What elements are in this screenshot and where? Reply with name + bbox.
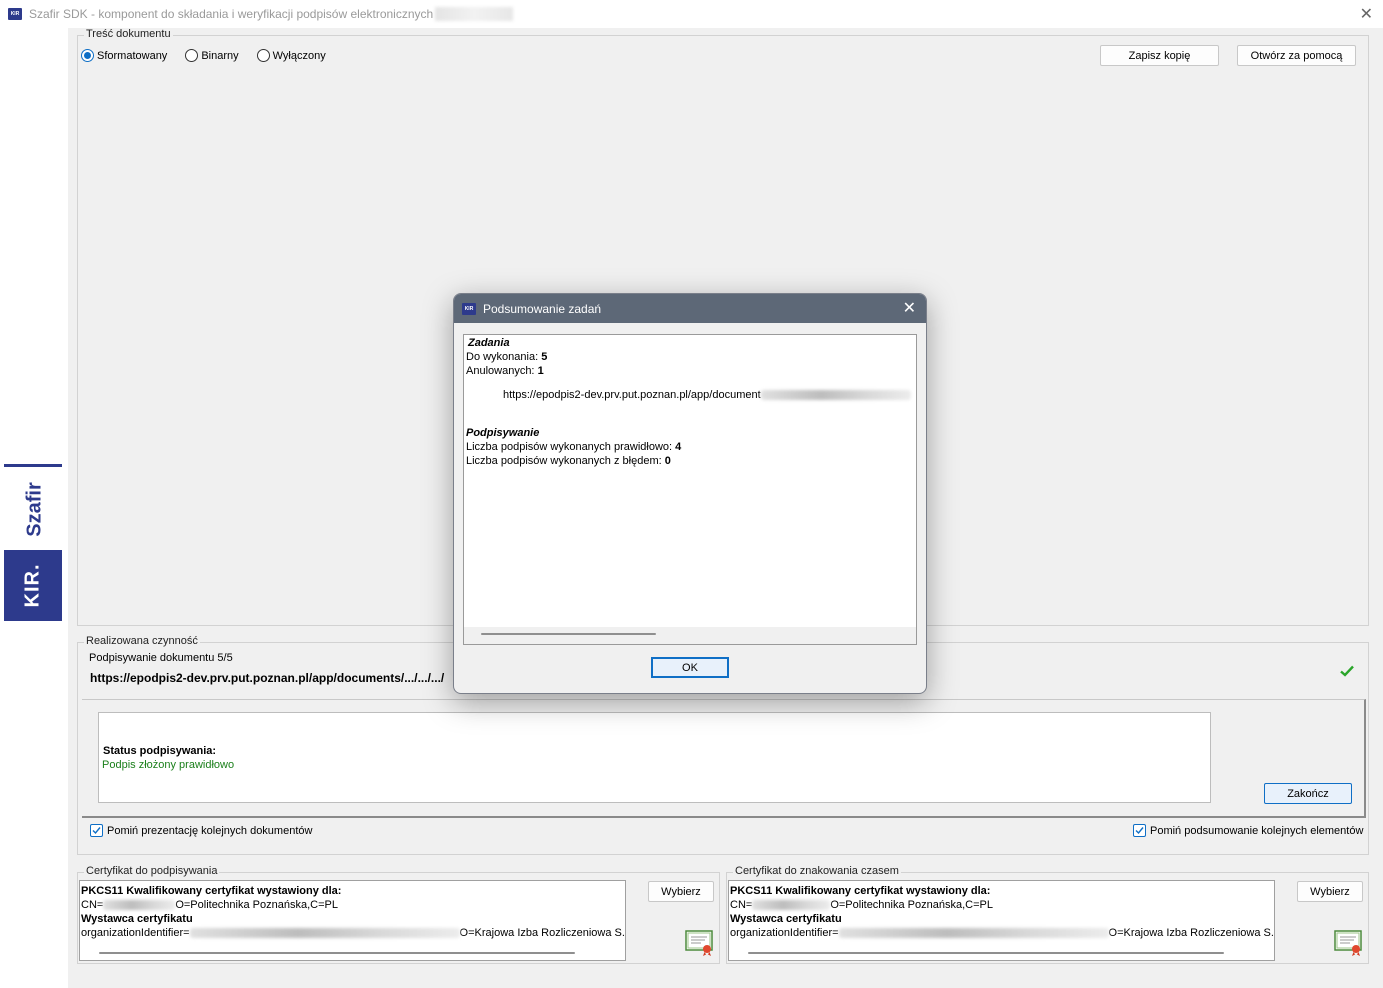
radio-disabled-indicator[interactable] xyxy=(256,49,270,62)
window-titlebar: KIR Szafir SDK - komponent do składania … xyxy=(0,0,1383,28)
radio-formatted[interactable]: Sformatowany xyxy=(81,49,167,62)
dialog-titlebar: KIR Podsumowanie zadań ✕ xyxy=(454,294,926,323)
redacted-url xyxy=(760,390,911,401)
timestamp-cert-details: PKCS11 Kwalifikowany certyfikat wystawio… xyxy=(728,880,1275,961)
checkbox-check-icon xyxy=(92,827,101,835)
save-copy-button[interactable]: Zapisz kopię xyxy=(1100,45,1219,66)
szafir-logo: Szafir xyxy=(23,481,46,537)
signing-cert-legend: Certyfikat do podpisywania xyxy=(84,865,220,877)
signing-cert-details: PKCS11 Kwalifikowany certyfikat wystawio… xyxy=(79,880,626,961)
success-check-icon xyxy=(1340,665,1354,677)
signing-cert-cn: CN= O=Politechnika Poznańska,C=PL xyxy=(81,899,338,911)
app-icon: KIR xyxy=(8,8,22,20)
radio-formatted-label: Sformatowany xyxy=(97,49,168,62)
timestamp-cert-cn: CN= O=Politechnika Poznańska,C=PL xyxy=(730,899,993,911)
dialog-close-icon[interactable]: ✕ xyxy=(903,298,916,318)
radio-binary-indicator[interactable] xyxy=(185,49,199,62)
signing-cert-scrollbar[interactable] xyxy=(99,952,575,954)
cancelled-line: Anulowanych: 1 xyxy=(466,365,544,377)
signing-cert-issuer: organizationIdentifier= O=Krajowa Izba Ro… xyxy=(81,927,626,939)
certificate-icon xyxy=(685,930,713,956)
radio-formatted-indicator[interactable] xyxy=(81,49,94,62)
status-panel: Status podpisywania: Podpis złożony praw… xyxy=(82,699,1366,818)
signing-heading: Podpisywanie xyxy=(466,427,540,439)
timestamp-cert-scrollbar[interactable] xyxy=(748,952,1224,954)
current-action-legend: Realizowana czynność xyxy=(84,635,200,647)
skip-summary-checkbox[interactable]: Pomiń podsumowanie kolejnych elementów xyxy=(1133,824,1363,837)
timestamp-cert-title: PKCS11 Kwalifikowany certyfikat wystawio… xyxy=(730,885,991,897)
window-close-icon[interactable]: ✕ xyxy=(1360,4,1373,24)
redacted-issuer xyxy=(838,928,1109,939)
signing-cert-choose-button[interactable]: Wybierz xyxy=(648,881,714,902)
view-mode-radio-group: Sformatowany Binarny Wyłączony xyxy=(81,49,344,62)
redacted-cn xyxy=(752,900,831,911)
document-content-legend: Treść dokumentu xyxy=(84,28,173,40)
skip-summary-label: Pomiń podsumowanie kolejnych elementów xyxy=(1150,824,1364,837)
timestamp-cert-issuer: organizationIdentifier= O=Krajowa Izba Ro… xyxy=(730,927,1275,939)
err-count-line: Liczba podpisów wykonanych z błędem: 0 xyxy=(466,455,671,467)
redacted-cn xyxy=(103,900,176,911)
to-do-line: Do wykonania: 5 xyxy=(466,351,548,363)
brand-sidebar: Szafir KIR. xyxy=(0,28,68,988)
radio-binary-label: Binarny xyxy=(201,49,239,62)
dialog-summary-content: Zadania Do wykonania: 5 Anulowanych: 1 h… xyxy=(463,334,917,645)
dialog-title: Podsumowanie zadań xyxy=(483,301,602,316)
finish-button[interactable]: Zakończ xyxy=(1264,783,1352,804)
skip-presentation-label: Pomiń prezentację kolejnych dokumentów xyxy=(107,824,313,837)
status-heading: Status podpisywania: xyxy=(103,745,217,757)
redacted-issuer xyxy=(189,928,460,939)
document-url-line: https://epodpis2-dev.prv.put.poznan.pl/a… xyxy=(503,389,911,401)
radio-disabled-label: Wyłączony xyxy=(272,49,326,62)
status-message: Podpis złożony prawidłowo xyxy=(102,759,235,771)
dialog-scrollbar-track[interactable] xyxy=(464,627,916,644)
radio-disabled[interactable]: Wyłączony xyxy=(256,49,326,62)
signing-cert-issuer-heading: Wystawca certyfikatu xyxy=(81,913,193,925)
dialog-scrollbar-thumb[interactable] xyxy=(481,633,656,635)
status-box: Status podpisywania: Podpis złożony praw… xyxy=(98,712,1211,803)
current-document-url: https://epodpis2-dev.prv.put.poznan.pl/a… xyxy=(90,671,445,685)
skip-presentation-checkbox[interactable]: Pomiń prezentację kolejnych dokumentów xyxy=(90,824,312,837)
tasks-heading: Zadania xyxy=(468,337,510,349)
timestamp-cert-legend: Certyfikat do znakowania czasem xyxy=(733,865,901,877)
radio-binary[interactable]: Binarny xyxy=(185,49,239,62)
timestamp-cert-choose-button[interactable]: Wybierz xyxy=(1297,881,1363,902)
brand-divider xyxy=(4,464,62,467)
signing-cert-title: PKCS11 Kwalifikowany certyfikat wystawio… xyxy=(81,885,342,897)
checkbox-check-icon xyxy=(1135,827,1144,835)
step-text: Podpisywanie dokumentu 5/5 xyxy=(89,652,233,664)
kir-logo: KIR. xyxy=(4,550,62,621)
timestamp-cert-issuer-heading: Wystawca certyfikatu xyxy=(730,913,842,925)
open-with-button[interactable]: Otwórz za pomocą xyxy=(1237,45,1356,66)
certificate-icon xyxy=(1334,930,1362,956)
window-title: Szafir SDK - komponent do składania i we… xyxy=(29,7,514,22)
dialog-app-icon: KIR xyxy=(462,302,476,315)
skip-summary-box[interactable] xyxy=(1133,824,1146,837)
task-summary-dialog: KIR Podsumowanie zadań ✕ Zadania Do wyko… xyxy=(453,293,927,694)
redacted-title-part xyxy=(435,7,514,22)
dialog-ok-button[interactable]: OK xyxy=(651,657,729,678)
skip-presentation-box[interactable] xyxy=(90,824,103,837)
ok-count-line: Liczba podpisów wykonanych prawidłowo: 4 xyxy=(466,441,682,453)
